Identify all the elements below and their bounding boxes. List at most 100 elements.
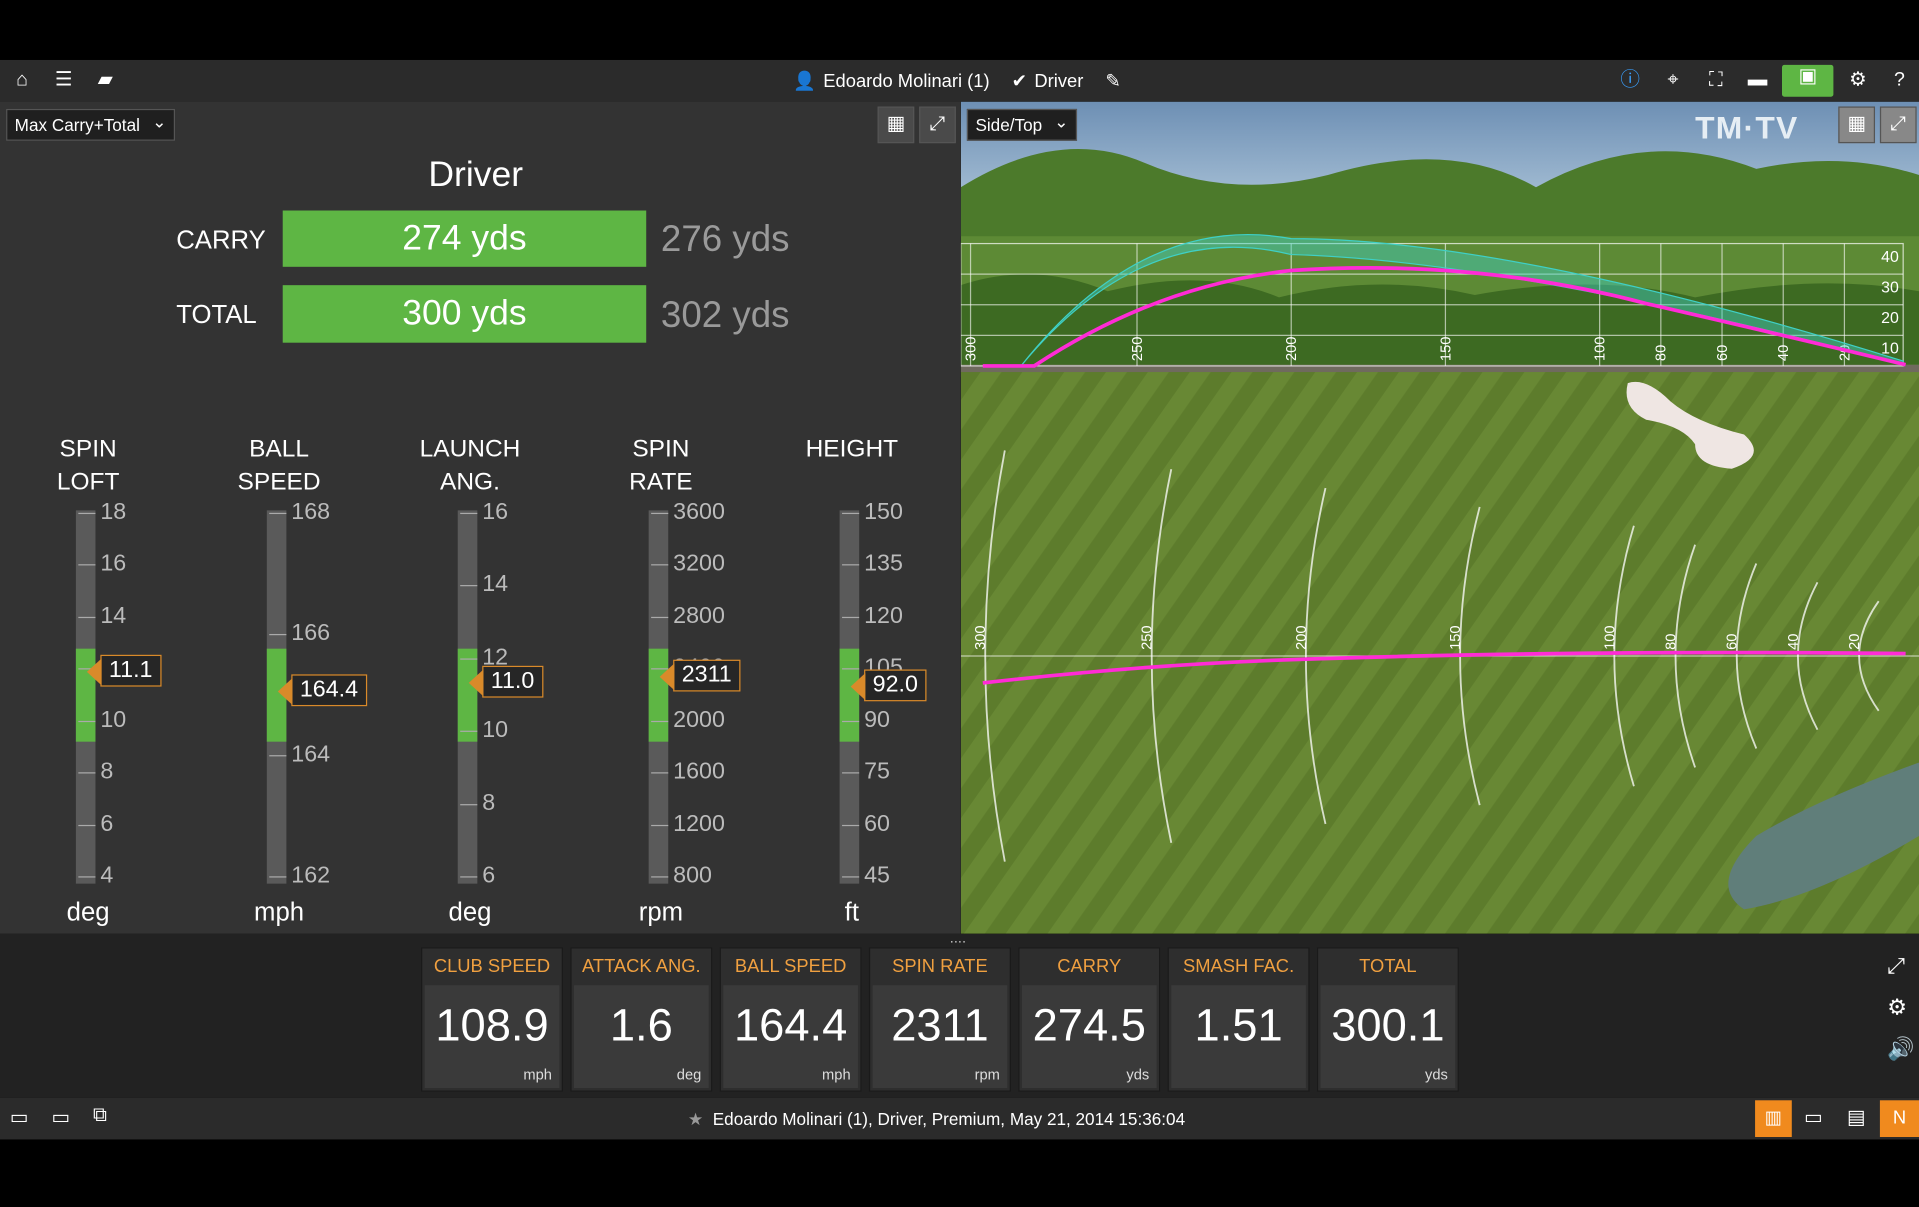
top-distance-label: 20 (1847, 634, 1863, 650)
total-max: 302 yds (660, 294, 790, 336)
gauge-tick-label: 2000 (673, 707, 725, 733)
gauge-tick-label: 10 (482, 717, 509, 744)
tag-icon[interactable]: ✎ (1105, 70, 1120, 92)
side-distance-label: 100 (1593, 337, 1609, 361)
layout-left-icon[interactable]: ▭ (10, 1105, 29, 1129)
tile-value: 1.51 (1194, 999, 1283, 1051)
help-icon[interactable]: ? (1887, 69, 1911, 93)
document-icon[interactable]: ▤ (1847, 1105, 1866, 1129)
gauge-value-pointer: 11.0 (468, 665, 543, 698)
tile-label: SPIN RATE (892, 955, 988, 977)
tile-body: 164.4 mph (723, 985, 858, 1089)
view-mode-select[interactable]: Side/Top (966, 108, 1078, 141)
trajectory-scene: 300 250 200 150 100 80 60 40 2040302010 300 250 20… (960, 101, 1919, 934)
gauge-tick (269, 512, 287, 515)
gauge-title: SPIN RATE (587, 433, 734, 499)
view-select[interactable]: Max Carry+Total (6, 108, 176, 141)
gauge-tick-label: 10 (100, 707, 127, 733)
view-fullscreen-button[interactable]: ⤢ (1879, 106, 1917, 144)
radar-icon[interactable]: ▬ (1745, 69, 1769, 93)
tile-value: 274.5 (1032, 999, 1146, 1051)
side-distance-label: 80 (1654, 345, 1670, 361)
tile-unit: yds (1425, 1066, 1448, 1084)
club-selector[interactable]: ✔ Driver (1012, 70, 1084, 92)
top-toolbar: ⌂ ☰ ▰ 👤 Edoardo Molinari (1) ✔ Driver ✎ ⓘ … (0, 59, 1919, 102)
trajectory-view: 300 250 200 150 100 80 60 40 20 40 30 20 10 300 250 20… (960, 101, 1919, 934)
gauge-tick (651, 720, 669, 722)
layout-bottom-icon[interactable]: ▭ (51, 1105, 70, 1129)
top-distance-label: 80 (1664, 634, 1680, 650)
side-distance-label: 150 (1438, 337, 1454, 361)
data-tile[interactable]: ATTACK ANG. 1.6 deg (570, 947, 713, 1092)
status-bar: ▭ ▭ ⧉ ★ Edoardo Molinari (1), Driver, Pr… (0, 1097, 1919, 1140)
layout-float-icon[interactable]: ⧉ (93, 1105, 107, 1127)
comment-icon[interactable]: ▭ (1804, 1105, 1823, 1129)
gauge-tick-label: 8 (482, 790, 496, 816)
info-icon[interactable]: ⓘ (1618, 69, 1642, 93)
data-tile[interactable]: TOTAL 300.1 yds (1316, 947, 1459, 1092)
tile-body: 108.9 mph (424, 985, 560, 1089)
gauge-tick (842, 824, 860, 826)
data-tile[interactable]: SPIN RATE 2311 rpm (868, 947, 1011, 1092)
view-grid-button[interactable]: ▦ (1838, 106, 1876, 144)
data-tile[interactable]: BALL SPEED 164.4 mph (719, 947, 862, 1092)
tiles-fullscreen-icon[interactable]: ⤢ (1887, 953, 1905, 979)
tile-body: 274.5 yds (1021, 985, 1157, 1089)
gauge-tick (842, 564, 860, 566)
tiles-settings-icon[interactable]: ⚙ (1887, 995, 1907, 1021)
gauge-unit: deg (66, 898, 110, 927)
data-tile[interactable]: CARRY 274.5 yds (1018, 947, 1161, 1092)
session-icon[interactable]: ▣ (1781, 64, 1834, 97)
target-icon[interactable]: ⌖ (1661, 69, 1685, 93)
folder-icon[interactable]: ▰ (93, 69, 117, 93)
gauge-tick-label: 75 (864, 758, 890, 785)
gauge-tick-label: 45 (864, 862, 890, 889)
fullscreen-button[interactable]: ⤢ (919, 106, 956, 144)
gauge-tick (842, 876, 860, 878)
side-distance-label: 40 (1776, 345, 1792, 361)
star-icon[interactable]: ★ (688, 1109, 703, 1129)
club-name: Driver (1034, 70, 1084, 92)
gear-icon[interactable]: ⚙ (1846, 69, 1870, 93)
top-distance-label: 300 (973, 625, 989, 649)
gauge-value-pointer: 164.4 (277, 674, 367, 707)
sound-icon[interactable]: 🔊 (1887, 1037, 1914, 1063)
side-height-label: 20 (1881, 310, 1899, 327)
data-tile[interactable]: SMASH FAC. 1.51 (1167, 947, 1310, 1092)
gauge-tick (460, 512, 478, 515)
layout-grid-button[interactable]: ▦ (877, 106, 915, 144)
total-value: 300 yds (282, 285, 647, 343)
player-club-info: 👤 Edoardo Molinari (1) ✔ Driver ✎ (793, 70, 1121, 92)
gauge-tick (842, 668, 860, 670)
side-distance-label: 200 (1284, 337, 1300, 361)
gauge-unit: deg (448, 898, 492, 927)
chart-icon[interactable]: ▥ (1755, 1100, 1792, 1138)
player-selector[interactable]: 👤 Edoardo Molinari (1) (793, 70, 990, 91)
side-distance-label: 300 (963, 337, 979, 361)
list-icon[interactable]: ☰ (51, 69, 75, 93)
gauge-tick-label: 3600 (673, 499, 725, 526)
total-label: TOTAL (176, 301, 257, 330)
home-icon[interactable]: ⌂ (10, 69, 34, 93)
tile-label: ATTACK ANG. (581, 955, 701, 977)
gauge-title: SPIN LOFT (15, 433, 162, 499)
gauge-tick (78, 616, 96, 618)
tile-label: CLUB SPEED (433, 955, 551, 977)
gauge-tick (460, 803, 478, 805)
notification-badge[interactable]: N (1879, 1100, 1919, 1138)
tile-label: BALL SPEED (734, 955, 847, 977)
shot-info-text: Edoardo Molinari (1), Driver, Premium, M… (712, 1108, 1186, 1129)
gauge-tick-label: 162 (291, 862, 331, 889)
side-height-label: 40 (1881, 249, 1899, 266)
camera-icon[interactable]: ⛶ (1704, 69, 1728, 93)
tile-label: TOTAL (1359, 955, 1417, 977)
gauge-unit: ft (844, 898, 859, 927)
gauge-title-line-1: HEIGHT (805, 435, 899, 463)
gauge-tick-label: 168 (291, 499, 331, 526)
data-tile[interactable]: CLUB SPEED 108.9 mph (421, 947, 563, 1092)
gauge-tick-label: 90 (864, 707, 890, 733)
carry-label: CARRY (176, 226, 266, 255)
tile-label: CARRY (1057, 955, 1122, 977)
gauge-value-pointer: 11.1 (87, 654, 162, 687)
gauge-title-line-2: ANG. (440, 468, 500, 496)
